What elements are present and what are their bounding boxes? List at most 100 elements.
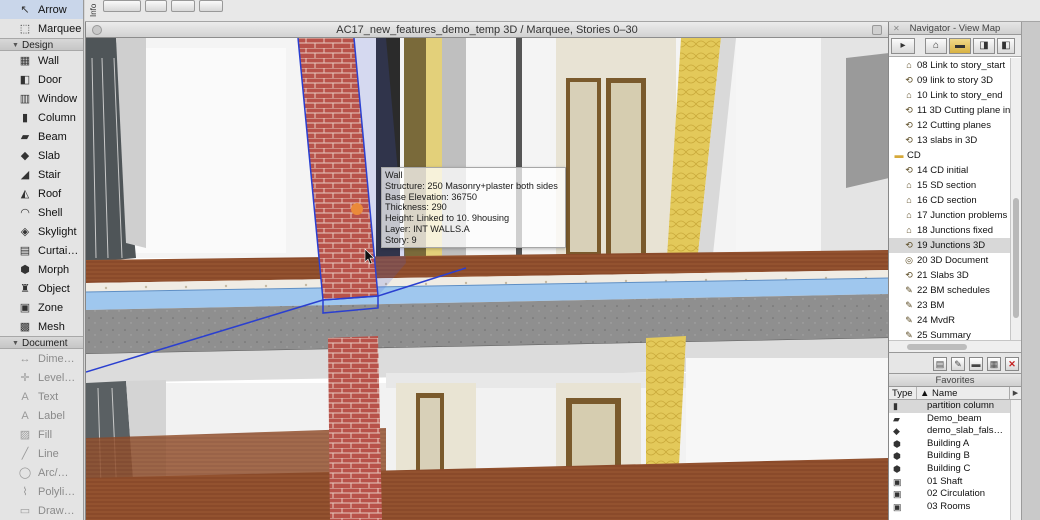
name-column-header[interactable]: ▲ Name xyxy=(917,387,1021,399)
scrollbar-thumb[interactable] xyxy=(907,344,967,350)
favorites-row[interactable]: ▰ Demo_beam xyxy=(889,413,1021,426)
navigator-view-item[interactable]: ⟲ 21 Slabs 3D xyxy=(889,268,1011,283)
tool-skylight[interactable]: ◈ Skylight xyxy=(0,222,83,241)
tool-door[interactable]: ◧ Door xyxy=(0,70,83,89)
tool-text[interactable]: A Text xyxy=(0,387,83,406)
tool-beam[interactable]: ▰ Beam xyxy=(0,127,83,146)
tool-roof[interactable]: ◭ Roof xyxy=(0,184,83,203)
navigator-view-item[interactable]: ⟲ 12 Cutting planes xyxy=(889,118,1011,133)
navigator-view-item[interactable]: ⌂ 15 SD section xyxy=(889,178,1011,193)
tool-zone[interactable]: ▣ Zone xyxy=(0,298,83,317)
info-box-control[interactable] xyxy=(171,0,195,12)
tool-line[interactable]: ╱ Line xyxy=(0,444,83,463)
schedule-icon: ✎ xyxy=(905,315,913,325)
navigator-scrollbar[interactable] xyxy=(1010,58,1021,340)
navigator-view-item[interactable]: ⟲ 13 slabs in 3D xyxy=(889,133,1011,148)
navigator-view-item[interactable]: ◎ 20 3D Document xyxy=(889,253,1011,268)
favorites-row[interactable]: ◆ demo_slab_fals… xyxy=(889,425,1021,438)
document-section-header[interactable]: Document xyxy=(0,336,83,350)
tool-mesh[interactable]: ▩ Mesh xyxy=(0,317,83,336)
navigator-options-button[interactable]: ▸ xyxy=(891,38,915,54)
project-map-icon[interactable]: ⌂ xyxy=(925,38,947,54)
close-icon[interactable]: ✕ xyxy=(893,22,900,35)
navigator-view-item[interactable]: ✎ 22 BM schedules xyxy=(889,283,1011,298)
tool-stair[interactable]: ◢ Stair xyxy=(0,165,83,184)
favorites-row[interactable]: ▮ partition column xyxy=(889,400,1021,413)
navigator-view-item[interactable]: ⌂ 18 Junctions fixed xyxy=(889,223,1011,238)
3d-window-titlebar[interactable]: AC17_new_features_demo_temp 3D / Marquee… xyxy=(86,22,888,38)
tool-label: Morph xyxy=(38,263,70,276)
publisher-sets-icon[interactable]: ◧ xyxy=(997,38,1015,54)
3d-viewport[interactable]: Wall Structure: 250 Masonry+plaster both … xyxy=(86,38,889,520)
scrollbar-thumb[interactable] xyxy=(1013,198,1019,318)
info-box-tab[interactable]: Info xyxy=(89,0,101,20)
tool-curtain-wall[interactable]: ▤ Curtai… xyxy=(0,241,83,260)
view-icon: ⌂ xyxy=(906,195,912,205)
view-map-icon[interactable]: ▬ xyxy=(949,38,971,54)
navigator-folder[interactable]: ▬ CD xyxy=(889,148,1011,163)
favorites-row[interactable]: ⬢ Building B xyxy=(889,450,1021,463)
navigator-view-item[interactable]: ⟲ 14 CD initial xyxy=(889,163,1011,178)
navigator-view-item[interactable]: ⌂ 10 Link to story_end xyxy=(889,88,1011,103)
close-window-icon[interactable] xyxy=(92,25,102,35)
zoom-window-icon[interactable] xyxy=(872,25,882,35)
navigator-view-item[interactable]: ⌂ 08 Link to story_start xyxy=(889,58,1011,73)
type-column-header[interactable]: Type xyxy=(889,387,917,399)
delete-icon[interactable]: ✕ xyxy=(1005,357,1019,371)
tooltip-line: Story: 9 xyxy=(385,234,417,245)
tool-slab[interactable]: ◆ Slab xyxy=(0,146,83,165)
arc-icon: ◯ xyxy=(18,467,32,479)
navigator-bottom-toolbar: ▤ ✎ ▬ ▦ ✕ xyxy=(888,352,1021,374)
save-view-icon[interactable]: ✎ xyxy=(951,357,965,371)
favorites-row[interactable]: ▣ 02 Circulation xyxy=(889,488,1021,501)
favorites-row[interactable]: ▣ 01 Shaft xyxy=(889,476,1021,489)
tool-label[interactable]: A Label xyxy=(0,406,83,425)
info-box-control[interactable] xyxy=(103,0,141,12)
3d-document-icon: ◎ xyxy=(905,255,913,265)
tool-label: Arrow xyxy=(38,3,67,16)
tool-label: Arc/… xyxy=(38,466,69,479)
navigator-horizontal-scrollbar[interactable] xyxy=(889,340,1022,352)
tool-polyline[interactable]: ⌇ Polyli… xyxy=(0,482,83,501)
navigator-view-item[interactable]: ⌂ 16 CD section xyxy=(889,193,1011,208)
info-box-control[interactable] xyxy=(145,0,167,12)
navigator-titlebar[interactable]: ✕ Navigator - View Map xyxy=(889,22,1021,35)
tool-arc[interactable]: ◯ Arc/… xyxy=(0,463,83,482)
view-3d-icon: ⟲ xyxy=(905,105,913,115)
column-icon: ▮ xyxy=(21,112,29,124)
tool-drawing[interactable]: ▭ Draw… xyxy=(0,501,83,520)
navigator-view-item[interactable]: ⌂ 17 Junction problems xyxy=(889,208,1011,223)
tool-column[interactable]: ▮ Column xyxy=(0,108,83,127)
slab-icon: ◆ xyxy=(893,426,900,437)
tool-fill[interactable]: ▨ Fill xyxy=(0,425,83,444)
tool-dimension[interactable]: ↔ Dime… xyxy=(0,349,83,368)
tool-level-dimension[interactable]: ✛ Level… xyxy=(0,368,83,387)
new-folder-icon[interactable]: ▤ xyxy=(933,357,947,371)
tool-arrow[interactable]: ↖ Arrow xyxy=(0,0,83,19)
view-icon: ⌂ xyxy=(906,225,912,235)
tool-marquee[interactable]: ⬚ Marquee xyxy=(0,19,83,38)
clone-folder-icon[interactable]: ▬ xyxy=(969,357,983,371)
navigator-view-item[interactable]: ⟲ 09 link to story 3D xyxy=(889,73,1011,88)
chevron-right-icon[interactable]: ▶ xyxy=(1009,387,1021,400)
tool-morph[interactable]: ⬢ Morph xyxy=(0,260,83,279)
favorites-scrollbar[interactable] xyxy=(1010,400,1021,520)
navigator-view-item[interactable]: ✎ 24 MvdR xyxy=(889,313,1011,328)
navigator-item-label: 11 3D Cutting plane in xyxy=(917,105,1011,116)
favorites-row[interactable]: ⬢ Building C xyxy=(889,463,1021,476)
navigator-palette: ✕ Navigator - View Map ▸ ⌂ ▬ ◨ ◧ ⌂ 08 Lin… xyxy=(888,22,1022,352)
layout-book-icon[interactable]: ◨ xyxy=(973,38,995,54)
settings-icon[interactable]: ▦ xyxy=(987,357,1001,371)
favorites-row[interactable]: ▣ 03 Rooms xyxy=(889,501,1021,514)
favorites-row[interactable]: ⬢ Building A xyxy=(889,438,1021,451)
navigator-view-item[interactable]: ✎ 23 BM xyxy=(889,298,1011,313)
navigator-view-item[interactable]: ✎ 25 Summary xyxy=(889,328,1011,340)
tool-wall[interactable]: ▦ Wall xyxy=(0,51,83,70)
navigator-view-item[interactable]: ⟲ 19 Junctions 3D xyxy=(889,238,1011,253)
tool-object[interactable]: ♜ Object xyxy=(0,279,83,298)
tool-window[interactable]: ▥ Window xyxy=(0,89,83,108)
tool-shell[interactable]: ◠ Shell xyxy=(0,203,83,222)
info-box-control[interactable] xyxy=(199,0,223,12)
navigator-view-item[interactable]: ⟲ 11 3D Cutting plane in xyxy=(889,103,1011,118)
design-section-header[interactable]: Design xyxy=(0,38,83,52)
